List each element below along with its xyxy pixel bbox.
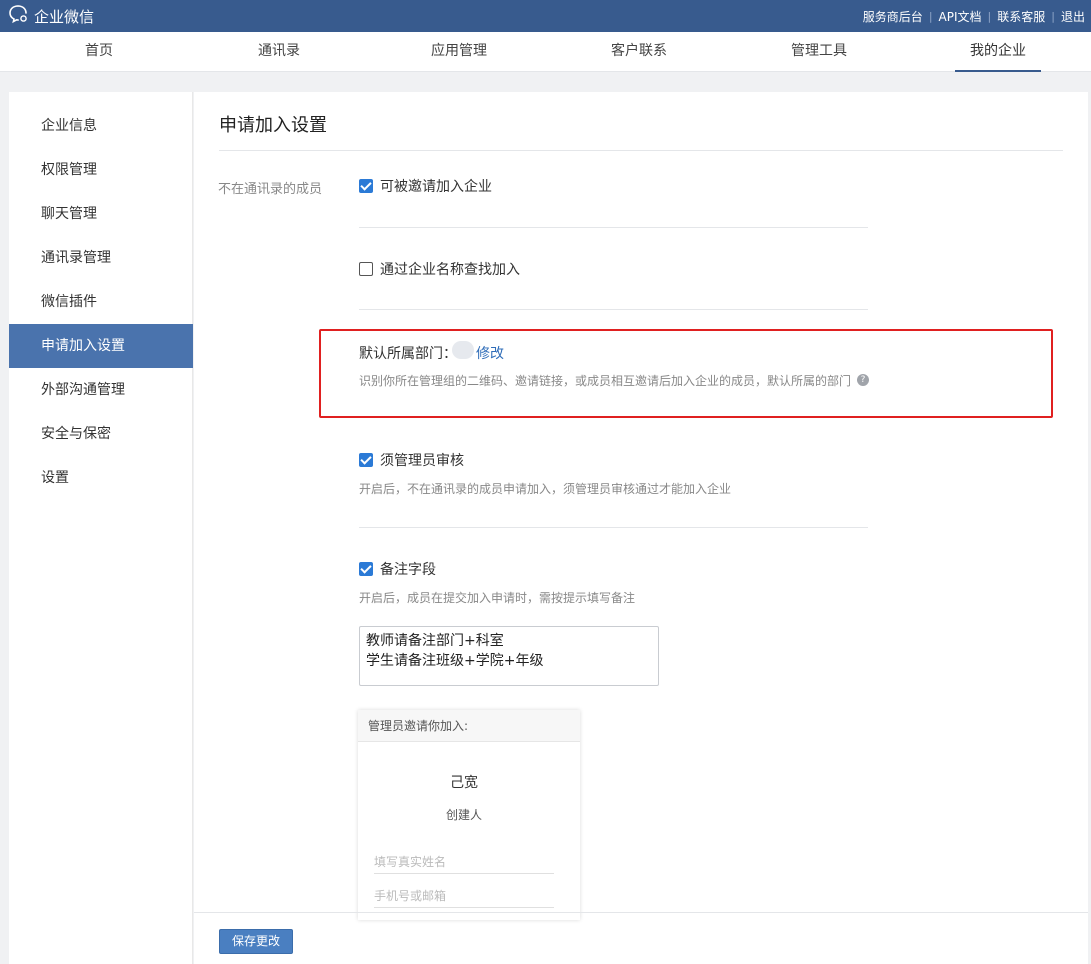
default-dept-hint: 识别你所在管理组的二维码、邀请链接，或成员相互邀请后加入企业的成员，默认所属的部… (359, 374, 852, 388)
sidebar-item-external-communication[interactable]: 外部沟通管理 (9, 368, 193, 412)
default-dept-label: 默认所属部门： (359, 346, 457, 362)
remark-field-checkbox[interactable] (359, 562, 373, 576)
edit-dept-link[interactable]: 修改 (476, 343, 504, 363)
sidebar-item-chat-management[interactable]: 聊天管理 (9, 192, 193, 236)
logout-link[interactable]: 退出 (1055, 8, 1091, 25)
top-links: 服务商后台 | API文档 | 联系客服 | 退出 (857, 0, 1091, 32)
wecom-logo-icon (8, 3, 30, 29)
sidebar-item-settings[interactable]: 设置 (9, 456, 193, 500)
dept-name-redacted (452, 341, 474, 359)
sidebar-item-enterprise-info[interactable]: 企业信息 (9, 104, 193, 148)
invite-option-label: 可被邀请加入企业 (380, 179, 492, 195)
save-button[interactable]: 保存更改 (219, 929, 293, 954)
preview-card-header: 管理员邀请你加入: (358, 710, 580, 742)
help-icon[interactable]: ? (857, 374, 869, 386)
title-divider (219, 150, 1063, 151)
section-divider (359, 309, 868, 310)
admin-review-hint: 开启后，不在通讯录的成员申请加入，须管理员审核通过才能加入企业 (359, 482, 732, 496)
invite-preview-card: 管理员邀请你加入: 己宽 创建人 填写真实姓名 手机号或邮箱 (358, 710, 580, 920)
preview-contact-field: 手机号或邮箱 (374, 884, 554, 908)
tab-management-tools[interactable]: 管理工具 (769, 32, 869, 72)
admin-review-checkbox[interactable] (359, 453, 373, 467)
tab-customer-contact[interactable]: 客户联系 (589, 32, 689, 72)
remark-field-hint: 开启后，成员在提交加入申请时，需按提示填写备注 (359, 591, 636, 605)
section-divider (359, 527, 868, 528)
preview-inviter-name: 己宽 (450, 775, 478, 791)
sidebar-item-wechat-plugin[interactable]: 微信插件 (9, 280, 193, 324)
sidebar: 企业信息 权限管理 聊天管理 通讯录管理 微信插件 申请加入设置 外部沟通管理 … (9, 92, 193, 964)
row-label: 不在通讯录的成员 (218, 182, 323, 197)
invite-checkbox[interactable] (359, 179, 373, 193)
tab-my-enterprise[interactable]: 我的企业 (955, 32, 1041, 72)
sidebar-item-join-settings[interactable]: 申请加入设置 (9, 324, 193, 368)
logo-text: 企业微信 (34, 7, 95, 26)
api-docs-link[interactable]: API文档 (933, 8, 988, 25)
admin-review-label: 须管理员审核 (380, 453, 464, 469)
search-join-label: 通过企业名称查找加入 (380, 262, 520, 278)
service-provider-link[interactable]: 服务商后台 (857, 8, 929, 25)
section-divider (359, 227, 868, 228)
main-nav: 首页 通讯录 应用管理 客户联系 管理工具 我的企业 (0, 32, 1091, 72)
remark-textarea[interactable]: 教师请备注部门+科室 学生请备注班级+学院+年级 (359, 626, 659, 686)
sidebar-item-permissions[interactable]: 权限管理 (9, 148, 193, 192)
contact-support-link[interactable]: 联系客服 (991, 8, 1051, 25)
tab-app-management[interactable]: 应用管理 (409, 32, 509, 72)
tab-contacts[interactable]: 通讯录 (229, 32, 329, 72)
top-bar: 企业微信 服务商后台 | API文档 | 联系客服 | 退出 (0, 0, 1091, 32)
logo[interactable]: 企业微信 (8, 5, 94, 27)
footer-divider (194, 912, 1088, 913)
tab-home[interactable]: 首页 (49, 32, 149, 72)
sidebar-item-security[interactable]: 安全与保密 (9, 412, 193, 456)
preview-inviter-role: 创建人 (445, 808, 482, 822)
page-title: 申请加入设置 (219, 115, 327, 136)
sidebar-item-contacts-management[interactable]: 通讯录管理 (9, 236, 193, 280)
search-join-checkbox[interactable] (359, 262, 373, 276)
preview-name-field: 填写真实姓名 (374, 850, 554, 874)
main-panel: 申请加入设置 不在通讯录的成员 可被邀请加入企业 通过企业名称查找加入 默认所属… (194, 92, 1088, 964)
remark-field-label: 备注字段 (380, 562, 436, 578)
